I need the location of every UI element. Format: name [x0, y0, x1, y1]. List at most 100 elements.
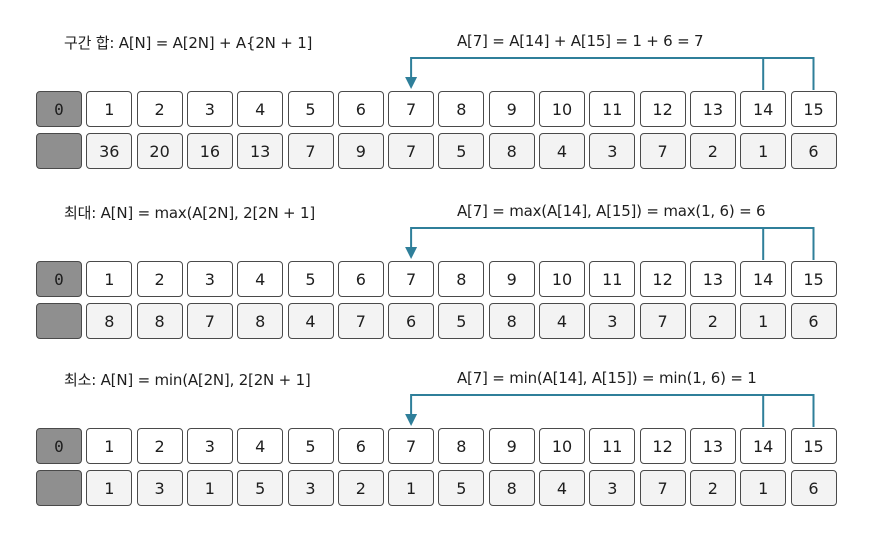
tree-section-2: 최소: A[N] = min(A[2N], 2[2N + 1] A[7] = mi…	[0, 337, 876, 507]
value-cell: 7	[388, 133, 435, 169]
index-cell: 3	[186, 261, 233, 297]
empty-value-cell	[36, 303, 82, 339]
index-cell: 8	[438, 261, 485, 297]
value-cell: 8	[488, 470, 535, 506]
index-cell: 12	[639, 91, 686, 127]
value-cell: 6	[790, 133, 837, 169]
value-cell: 7	[186, 303, 233, 339]
index-cell: 15	[790, 261, 837, 297]
index-cell: 11	[589, 261, 636, 297]
value-cell: 8	[488, 303, 535, 339]
index-cell: 13	[689, 261, 736, 297]
index-cell: 2	[136, 261, 183, 297]
index-cell: 4	[237, 91, 284, 127]
index-cell: 8	[438, 91, 485, 127]
value-cell: 5	[237, 470, 284, 506]
index-cell: 12	[639, 261, 686, 297]
index-cell: 6	[337, 261, 384, 297]
index-cell: 15	[790, 428, 837, 464]
value-cell: 20	[136, 133, 183, 169]
index-cell: 0	[36, 91, 82, 127]
value-cell: 8	[488, 133, 535, 169]
index-cell: 7	[388, 91, 435, 127]
value-cell: 1	[740, 470, 787, 506]
index-cell: 0	[36, 428, 82, 464]
arrow-line	[410, 57, 815, 90]
value-cell: 6	[388, 303, 435, 339]
tree-section-0: 구간 합: A[N] = A[2N] + A{2N + 1] A[7] = A[1…	[0, 0, 876, 170]
arrow-line	[410, 394, 815, 427]
index-cell: 1	[86, 428, 133, 464]
value-cell: 3	[287, 470, 334, 506]
index-cell: 6	[337, 428, 384, 464]
value-cell: 3	[589, 133, 636, 169]
value-cell: 16	[186, 133, 233, 169]
value-cell: 6	[790, 470, 837, 506]
index-cell: 1	[86, 261, 133, 297]
index-cell: 11	[589, 428, 636, 464]
index-cell: 6	[337, 91, 384, 127]
value-cell: 4	[539, 133, 585, 169]
index-cell: 14	[740, 261, 787, 297]
index-cell: 3	[186, 428, 233, 464]
value-cell: 1	[186, 470, 233, 506]
value-cell: 5	[438, 470, 485, 506]
value-cell: 2	[689, 303, 736, 339]
value-cell: 2	[337, 470, 384, 506]
index-cell: 8	[438, 428, 485, 464]
value-cell: 3	[136, 470, 183, 506]
index-cell: 13	[689, 428, 736, 464]
index-cell: 4	[237, 428, 284, 464]
index-cell: 13	[689, 91, 736, 127]
value-cell: 3	[589, 470, 636, 506]
value-cell: 6	[790, 303, 837, 339]
arrow-head	[405, 247, 418, 259]
value-cell: 36	[86, 133, 133, 169]
index-cell: 5	[287, 428, 334, 464]
index-cell: 15	[790, 91, 837, 127]
index-cell: 11	[589, 91, 636, 127]
value-cell: 9	[337, 133, 384, 169]
value-cell: 8	[136, 303, 183, 339]
value-cell: 1	[86, 470, 133, 506]
index-cell: 10	[539, 91, 585, 127]
index-cell: 2	[136, 428, 183, 464]
value-cell: 5	[438, 133, 485, 169]
value-cell: 1	[388, 470, 435, 506]
empty-value-cell	[36, 470, 82, 506]
value-cell: 7	[287, 133, 334, 169]
index-cell: 14	[740, 91, 787, 127]
value-cell: 7	[639, 470, 686, 506]
arrow-line	[410, 227, 815, 260]
index-cell: 7	[388, 428, 435, 464]
index-cell: 0	[36, 261, 82, 297]
arrow-head	[405, 77, 418, 89]
value-cell: 8	[86, 303, 133, 339]
index-cell: 12	[639, 428, 686, 464]
index-cell: 14	[740, 428, 787, 464]
value-cell: 4	[539, 470, 585, 506]
empty-value-cell	[36, 133, 82, 169]
segment-tree-diagram: 구간 합: A[N] = A[2N] + A{2N + 1] A[7] = A[1…	[0, 0, 876, 542]
value-cell: 2	[689, 133, 736, 169]
value-cell: 5	[438, 303, 485, 339]
index-cell: 9	[488, 91, 535, 127]
tree-section-1: 최대: A[N] = max(A[2N], 2[2N + 1] A[7] = ma…	[0, 170, 876, 340]
value-cell: 3	[589, 303, 636, 339]
index-cell: 1	[86, 91, 133, 127]
value-cell: 4	[287, 303, 334, 339]
value-cell: 7	[639, 133, 686, 169]
index-cell: 3	[186, 91, 233, 127]
value-cell: 8	[237, 303, 284, 339]
value-cell: 7	[337, 303, 384, 339]
value-cell: 1	[740, 133, 787, 169]
index-cell: 10	[539, 428, 585, 464]
value-cell: 13	[237, 133, 284, 169]
index-cell: 2	[136, 91, 183, 127]
index-cell: 10	[539, 261, 585, 297]
index-cell: 5	[287, 261, 334, 297]
value-cell: 1	[740, 303, 787, 339]
index-cell: 9	[488, 261, 535, 297]
index-cell: 5	[287, 91, 334, 127]
index-cell: 9	[488, 428, 535, 464]
